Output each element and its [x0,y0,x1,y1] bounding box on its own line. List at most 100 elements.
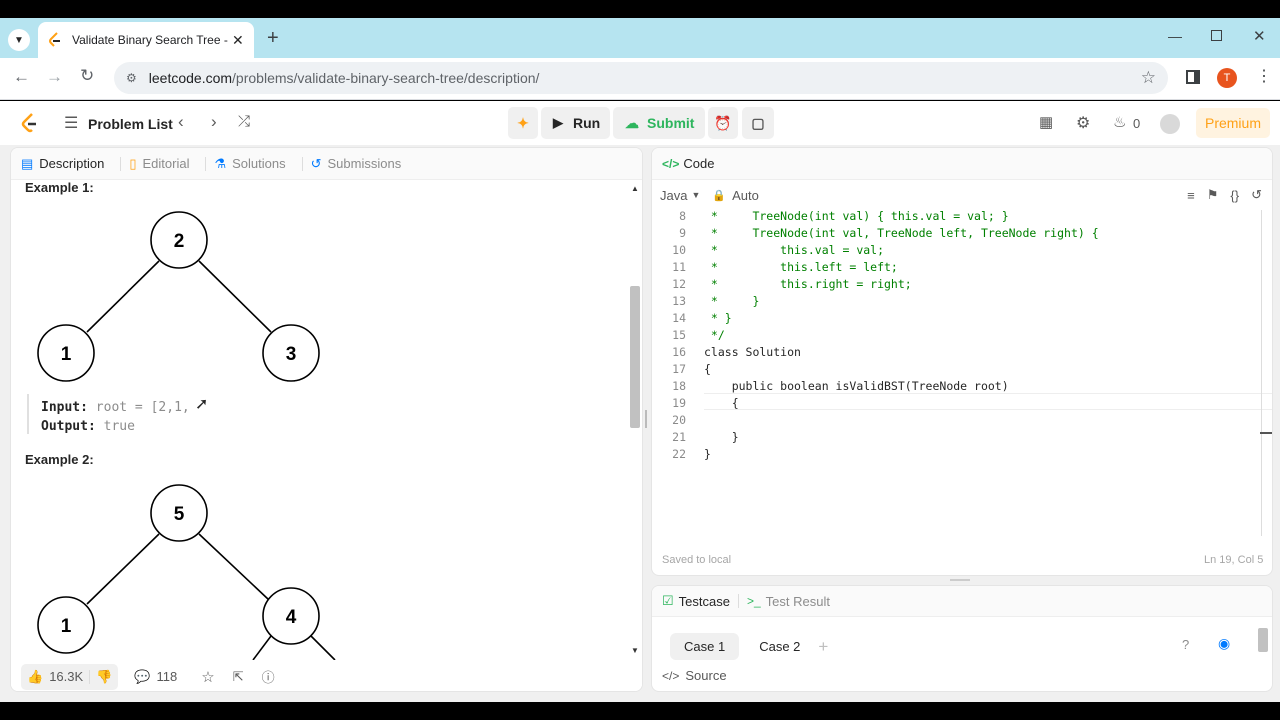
add-case-icon[interactable]: + [818,637,828,657]
tab-testcase[interactable]: Testcase [679,594,730,609]
description-tabs: ▤ Description ▯ Editorial ⚗ Solutions ↺ Subm… [11,148,642,180]
code-text: { [704,362,711,376]
format-icon[interactable]: ≡ [1187,188,1195,203]
profile-avatar[interactable]: T [1217,68,1237,88]
reset-code-icon[interactable]: ↺ [1251,187,1262,203]
debug-button[interactable]: ✦ [508,107,538,139]
settings-gear-icon[interactable]: ⚙ [1076,113,1090,133]
active-line-highlight [704,393,1272,410]
minimize-icon[interactable]: — [1168,28,1182,44]
forward-icon[interactable]: → [46,67,63,87]
run-button[interactable]: ▶ Run [541,107,610,139]
description-panel: ▤ Description ▯ Editorial ⚗ Solutions ↺ Subm… [10,147,643,692]
run-label: Run [573,115,601,131]
reload-icon[interactable]: ↻ [80,66,94,86]
code-editor[interactable]: 8 * TreeNode(int val) { this.val = val; … [652,208,1262,463]
code-line: 17 { [652,361,1262,378]
source-link[interactable]: </> Source [662,668,727,683]
fire-icon[interactable]: ♨ [1113,113,1126,131]
close-tab-icon[interactable]: ✕ [232,32,244,49]
code-brackets-icon: </> [662,668,680,683]
case-1-tab[interactable]: Case 1 [670,633,740,660]
prev-problem-icon[interactable]: ‹ [178,112,184,132]
premium-button[interactable]: Premium [1196,108,1270,138]
code-line: 21 } [652,429,1262,446]
example2-title: Example 2: [25,452,94,467]
layout-grid-icon[interactable]: ▦ [1039,113,1053,131]
case-tabs: Case 1 Case 2 + [670,633,828,660]
tab-divider [205,156,207,171]
thumbs-up-icon[interactable]: 👍 [27,669,43,685]
tab-description[interactable]: ▤ Description [21,156,104,172]
code-text: * } [704,311,732,325]
tab-solutions-label: Solutions [232,156,286,171]
menu-kebab-icon[interactable]: ⋮ [1256,66,1272,86]
tab-divider [301,156,303,171]
window-close-icon[interactable]: ✕ [1253,27,1266,45]
back-icon[interactable]: ← [13,67,30,87]
help-circle-icon[interactable]: ? [1182,637,1189,652]
help-icon[interactable]: ⓘ [262,667,275,686]
language-select[interactable]: Java [660,188,687,203]
tab-editorial[interactable]: ▯ Editorial [129,156,189,172]
user-avatar[interactable] [1160,114,1180,134]
bookmark-star-icon[interactable]: ☆ [1141,68,1156,88]
editor-ruler [1261,210,1262,536]
testcase-scrollbar[interactable] [1258,628,1268,652]
comment-icon[interactable]: 💬 [134,669,150,685]
code-tab-title[interactable]: Code [683,156,714,171]
code-text: * TreeNode(int val) { this.val = val; } [704,209,1009,223]
share-icon[interactable]: ⇱ [233,669,244,685]
tab-submissions[interactable]: ↺ Submissions [311,156,402,172]
restore-icon[interactable] [1211,30,1222,41]
like-dislike-group: 👍 16.3K 👎 [21,663,119,690]
braces-icon[interactable]: {} [1230,188,1239,203]
browser-tab[interactable]: Validate Binary Search Tree - Le ✕ [38,22,254,58]
timer-button[interactable]: ⏰ [708,107,738,139]
panel-resize-handle[interactable] [645,410,647,428]
code-line: 11 * this.left = left; [652,259,1262,276]
vertical-resize-handle[interactable] [950,579,970,581]
eye-icon[interactable]: ◉ [1218,635,1230,652]
site-info-icon[interactable]: ⚙ [126,71,137,85]
source-label: Source [685,668,727,683]
case-2-tab[interactable]: Case 2 [745,633,814,660]
chevron-down-icon: ▼ [14,34,24,46]
url-bar[interactable]: ⚙ leetcode.com/problems/validate-binary-… [114,62,1168,94]
bookmark-icon[interactable]: ⚑ [1207,187,1219,203]
code-text: class Solution [704,345,801,359]
scrollbar-thumb[interactable] [630,286,640,428]
line-number: 19 [672,396,686,410]
tree-node-label: 5 [174,504,185,525]
input-label: Input: [41,400,88,415]
new-tab-icon[interactable]: + [267,27,279,50]
submit-button[interactable]: ☁ Submit [613,107,705,139]
next-problem-icon[interactable]: › [211,112,217,132]
output-label: Output: [41,419,96,434]
tab-test-result[interactable]: Test Result [766,594,830,609]
favorite-star-icon[interactable]: ☆ [201,668,214,686]
scroll-up-arrow[interactable]: ▲ [631,184,639,193]
tab-submissions-label: Submissions [327,156,402,171]
saved-status: Saved to local [662,554,732,566]
code-text: * this.left = left; [704,260,898,274]
shuffle-icon[interactable]: ⤮ [238,113,250,130]
tree-edge [86,260,160,333]
notes-button[interactable]: ▢ [742,107,774,139]
tab-search-button[interactable]: ▼ [8,29,30,51]
thumbs-down-icon[interactable]: 👎 [96,669,112,685]
line-number: 10 [672,243,686,257]
code-brackets-icon: </> [662,156,680,171]
tab-solutions[interactable]: ⚗ Solutions [214,156,285,172]
list-icon[interactable]: ☰ [64,113,78,133]
leetcode-logo-icon[interactable] [20,112,40,134]
problem-list-link[interactable]: Problem List [88,116,173,132]
scroll-down-arrow[interactable]: ▼ [631,646,639,655]
cursor-position: Ln 19, Col 5 [1204,554,1264,566]
line-number: 17 [672,362,686,376]
tree-node-label: 1 [61,344,72,365]
auto-mode-label[interactable]: Auto [732,188,759,203]
side-panel-icon[interactable] [1186,70,1200,84]
bug-icon: ✦ [517,114,529,131]
line-number: 20 [672,413,686,427]
